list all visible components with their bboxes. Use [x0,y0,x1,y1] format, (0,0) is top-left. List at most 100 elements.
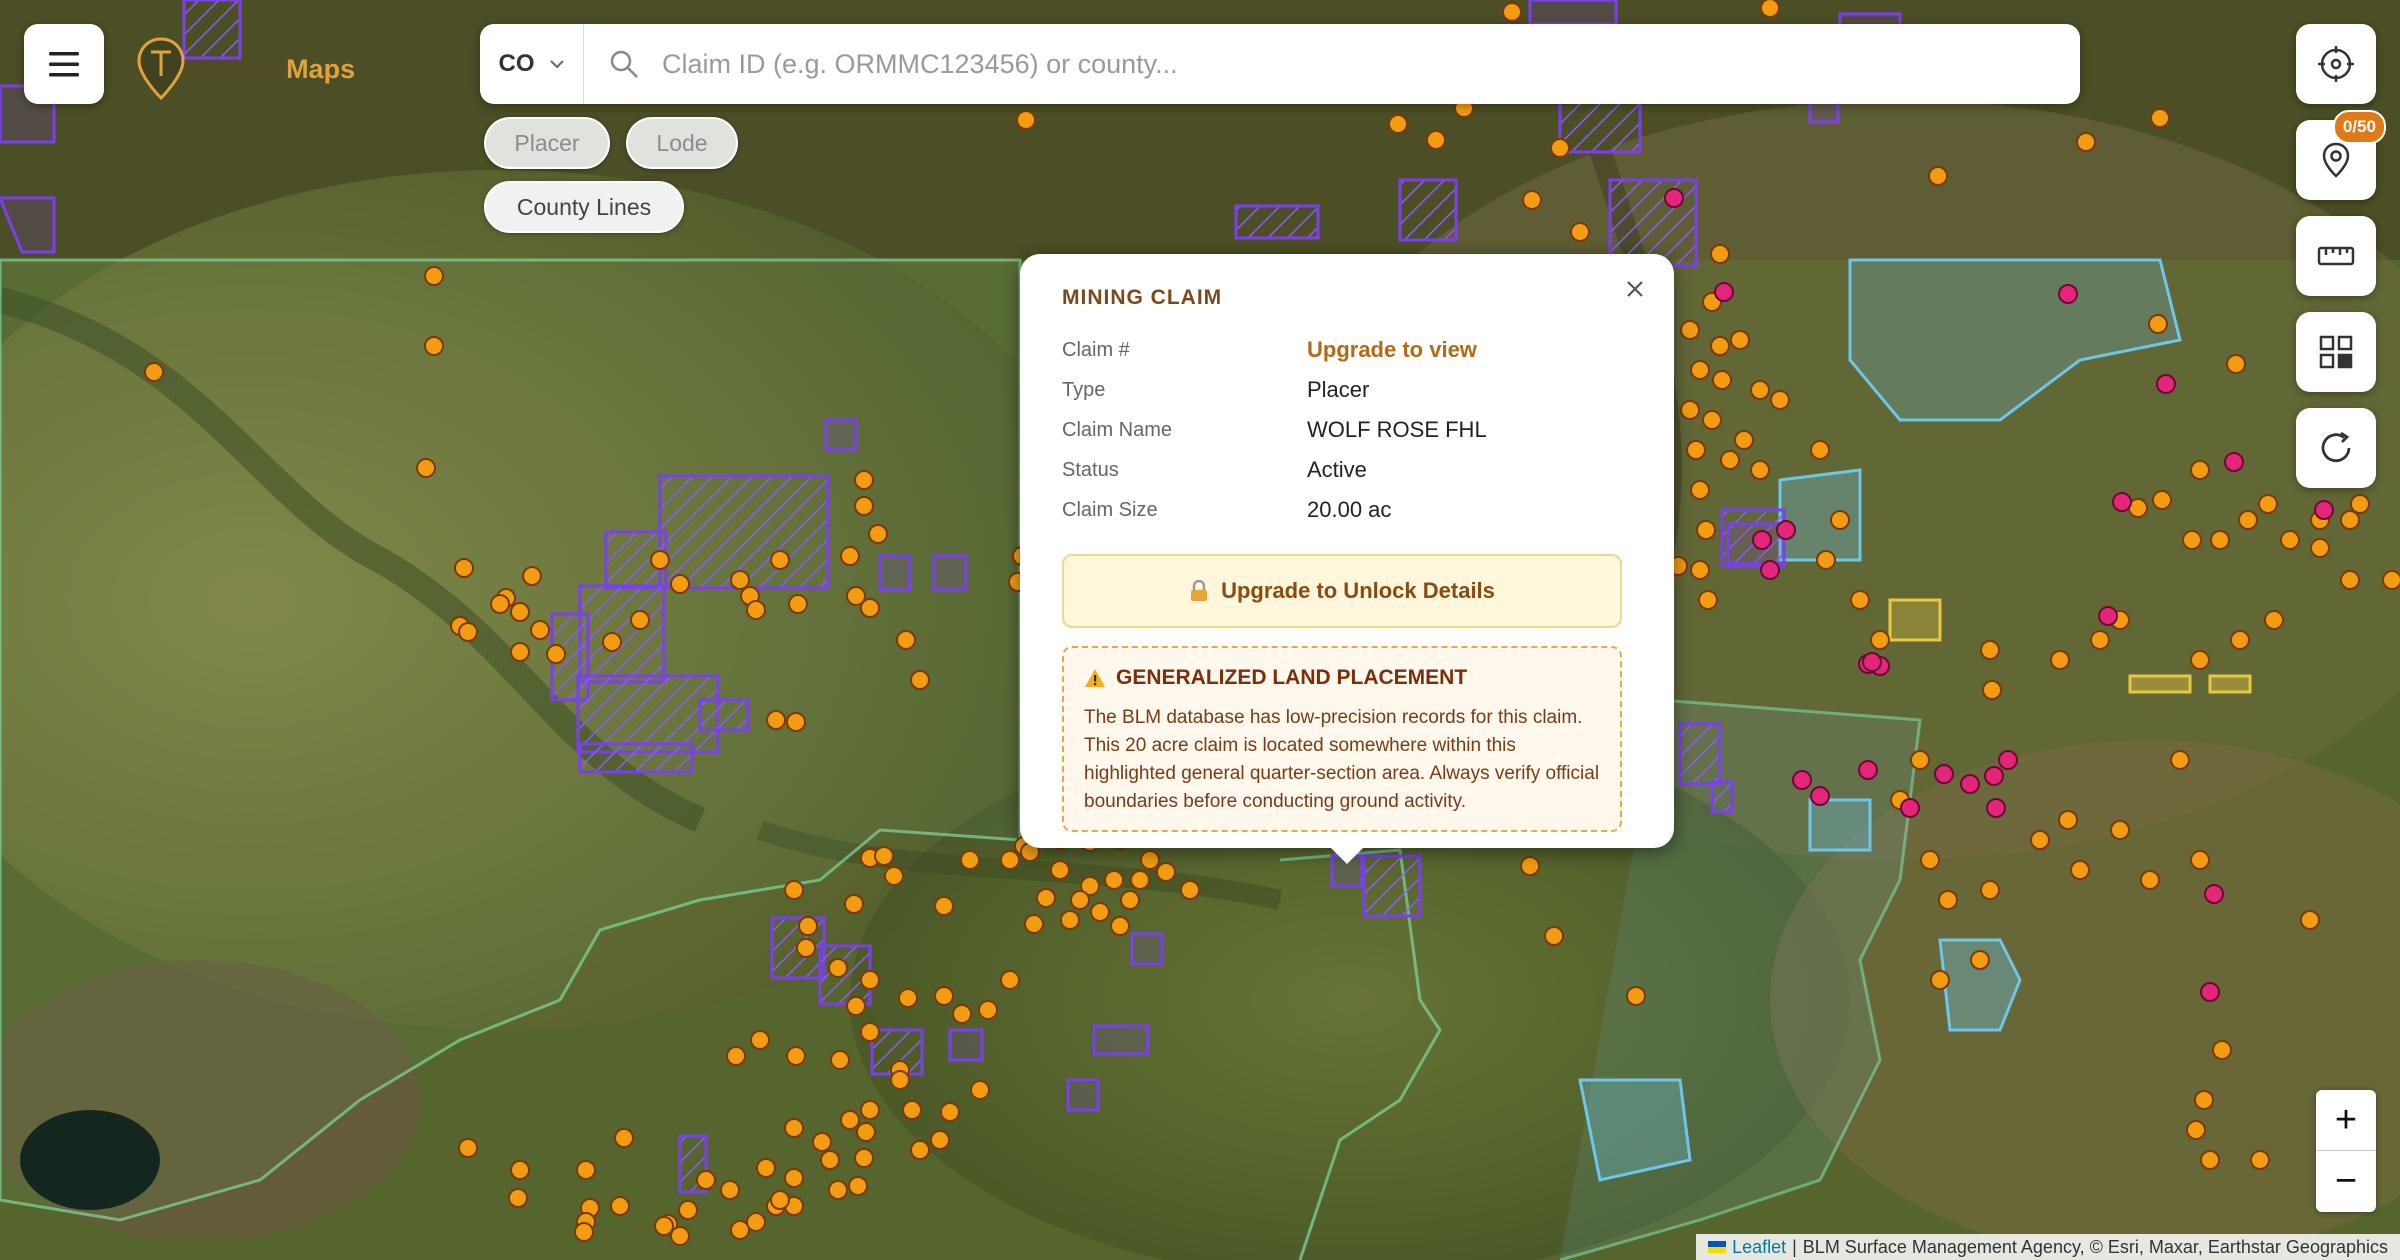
claim-marker[interactable] [2310,538,2330,558]
claim-marker[interactable] [678,1200,698,1220]
claim-marker[interactable] [1070,890,1090,910]
claim-marker[interactable] [1710,244,1730,264]
claim-marker[interactable] [970,1080,990,1100]
claim-marker[interactable] [1698,590,1718,610]
claim-marker[interactable] [1024,914,1044,934]
claim-marker[interactable] [1910,750,1930,770]
claim-marker[interactable] [1690,480,1710,500]
claim-marker[interactable] [820,1150,840,1170]
claim-marker[interactable] [830,1050,850,1070]
claim-marker[interactable] [1696,520,1716,540]
claim-marker[interactable] [1750,460,1770,480]
claim-marker[interactable] [796,938,816,958]
claim-marker[interactable] [930,1130,950,1150]
claim-marker[interactable] [1050,860,1070,880]
claim-marker[interactable] [2194,1090,2214,1110]
claim-marker[interactable] [2264,610,2284,630]
claim-marker[interactable] [1120,890,1140,910]
claim-marker[interactable] [2226,354,2246,374]
locate-button[interactable] [2296,24,2376,104]
filter-chip-lode[interactable]: Lode [626,117,738,169]
claim-marker[interactable] [1156,862,1176,882]
claim-marker[interactable] [978,1000,998,1020]
claim-marker[interactable] [1686,440,1706,460]
claim-marker[interactable] [2250,1150,2270,1170]
claim-marker[interactable] [1140,850,1160,870]
claim-marker-active[interactable] [1960,774,1980,794]
claim-marker[interactable] [766,710,786,730]
claim-marker[interactable] [458,1138,478,1158]
claim-marker[interactable] [1810,440,1830,460]
claim-marker-active[interactable] [2156,374,2176,394]
zoom-in-button[interactable]: + [2316,1090,2376,1151]
claim-marker[interactable] [2140,870,2160,890]
claim-marker[interactable] [574,1222,594,1242]
upgrade-unlock-button[interactable]: Upgrade to Unlock Details [1062,554,1622,628]
claim-marker[interactable] [2182,530,2202,550]
claim-marker[interactable] [1520,856,1540,876]
claim-marker-active[interactable] [1792,770,1812,790]
claim-marker[interactable] [650,550,670,570]
filter-chip-county-lines[interactable]: County Lines [484,181,684,233]
claim-marker[interactable] [2058,810,2078,830]
claim-marker[interactable] [510,602,530,622]
claim-marker[interactable] [756,1158,776,1178]
claim-marker-active[interactable] [1984,766,2004,786]
claim-marker[interactable] [902,1100,922,1120]
state-select[interactable]: CO [480,24,584,104]
claim-marker[interactable] [854,1148,874,1168]
claim-marker-active[interactable] [1752,530,1772,550]
claim-marker-active[interactable] [2224,452,2244,472]
claim-marker[interactable] [1544,926,1564,946]
claim-marker[interactable] [1750,380,1770,400]
claim-marker[interactable] [416,458,436,478]
claim-marker[interactable] [2382,570,2400,590]
claim-marker[interactable] [424,336,444,356]
claim-marker[interactable] [1036,888,1056,908]
claim-marker[interactable] [1680,400,1700,420]
claim-marker[interactable] [1502,2,1522,22]
claim-marker[interactable] [860,970,880,990]
claim-marker[interactable] [2076,132,2096,152]
claim-marker[interactable] [2238,510,2258,530]
claim-marker[interactable] [1000,850,1020,870]
claim-marker[interactable] [1550,138,1570,158]
claim-marker[interactable] [874,846,894,866]
claim-marker-active[interactable] [2204,884,2224,904]
claim-marker[interactable] [424,266,444,286]
claim-marker[interactable] [786,712,806,732]
claim-marker-active[interactable] [2058,284,2078,304]
claim-marker[interactable] [746,1212,766,1232]
claim-marker[interactable] [490,594,510,614]
claim-marker[interactable] [2210,530,2230,550]
claim-marker-active[interactable] [1934,764,1954,784]
claim-marker[interactable] [854,470,874,490]
claim-marker[interactable] [750,1030,770,1050]
claim-marker[interactable] [2258,494,2278,514]
claim-marker[interactable] [1712,370,1732,390]
claim-marker[interactable] [1930,970,1950,990]
claim-marker[interactable] [828,958,848,978]
claim-marker[interactable] [1426,130,1446,150]
claim-marker[interactable] [602,632,622,652]
claim-marker[interactable] [458,622,478,642]
claim-marker[interactable] [1770,390,1790,410]
leaflet-link[interactable]: Leaflet [1732,1237,1786,1258]
claim-marker[interactable] [784,1168,804,1188]
claim-marker[interactable] [670,574,690,594]
claim-marker[interactable] [510,1160,530,1180]
claim-marker[interactable] [940,1102,960,1122]
layers-grid-button[interactable] [2296,312,2376,392]
claim-marker[interactable] [2150,108,2170,128]
claim-marker[interactable] [2340,570,2360,590]
claim-marker-active[interactable] [1714,282,1734,302]
claim-marker[interactable] [960,850,980,870]
claim-marker[interactable] [1720,450,1740,470]
claim-marker[interactable] [788,594,808,614]
zoom-out-button[interactable]: − [2316,1151,2376,1212]
refresh-button[interactable] [2296,408,2376,488]
claim-marker[interactable] [1980,880,2000,900]
claim-marker[interactable] [1522,190,1542,210]
claim-marker[interactable] [720,1180,740,1200]
claim-marker[interactable] [1702,410,1722,430]
